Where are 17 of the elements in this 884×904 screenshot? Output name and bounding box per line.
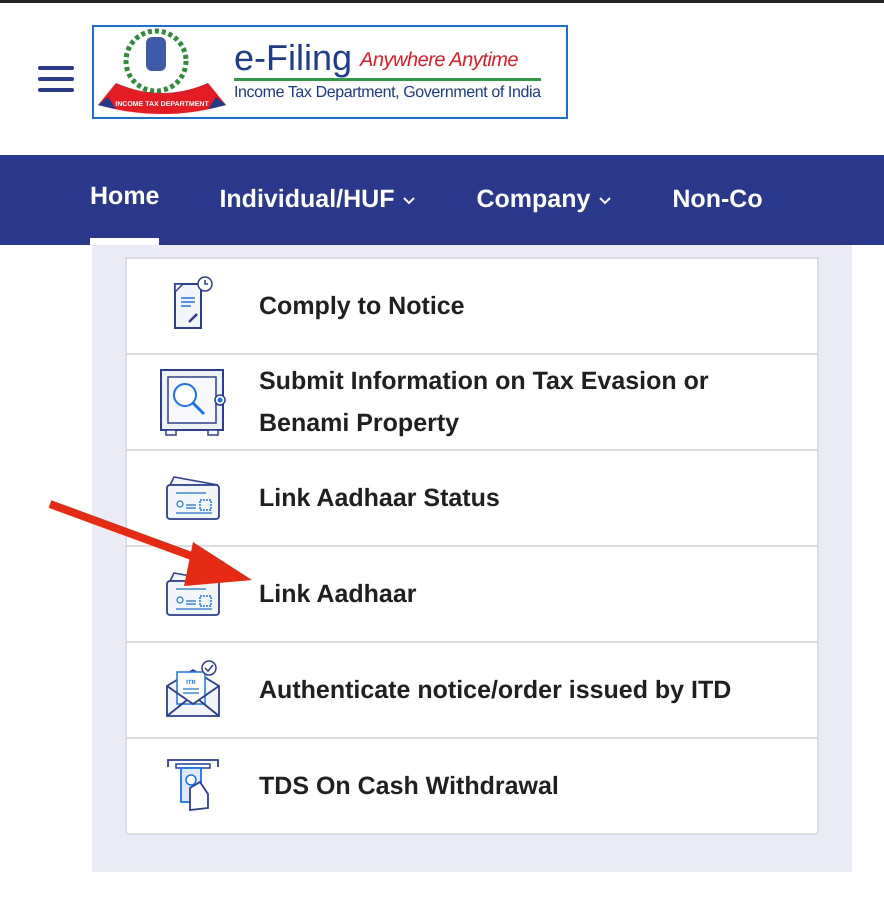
- service-item[interactable]: Link Aadhaar Status: [127, 449, 817, 545]
- safe-search-icon: [158, 367, 228, 437]
- logo-title: e-Filing: [234, 39, 352, 77]
- nav-tab[interactable]: Non-Co: [672, 155, 763, 245]
- service-item[interactable]: TDS On Cash Withdrawal: [127, 737, 817, 833]
- id-card-icon: [164, 475, 222, 521]
- nav-tab[interactable]: Company: [476, 155, 612, 245]
- nav-tab[interactable]: Individual/HUF: [219, 155, 416, 245]
- service-item[interactable]: Comply to Notice: [127, 257, 817, 353]
- logo-tagline: Anywhere Anytime: [360, 48, 518, 73]
- service-item[interactable]: Submit Information on Tax Evasion or Benami Property: [127, 353, 817, 449]
- chevron-down-icon: [402, 195, 416, 205]
- menu-icon[interactable]: [38, 66, 74, 92]
- logo-subtitle: Income Tax Department, Government of India: [234, 83, 541, 103]
- cash-withdrawal-icon: [166, 758, 220, 814]
- chevron-down-icon: [598, 195, 612, 205]
- id-card-icon: [164, 571, 222, 617]
